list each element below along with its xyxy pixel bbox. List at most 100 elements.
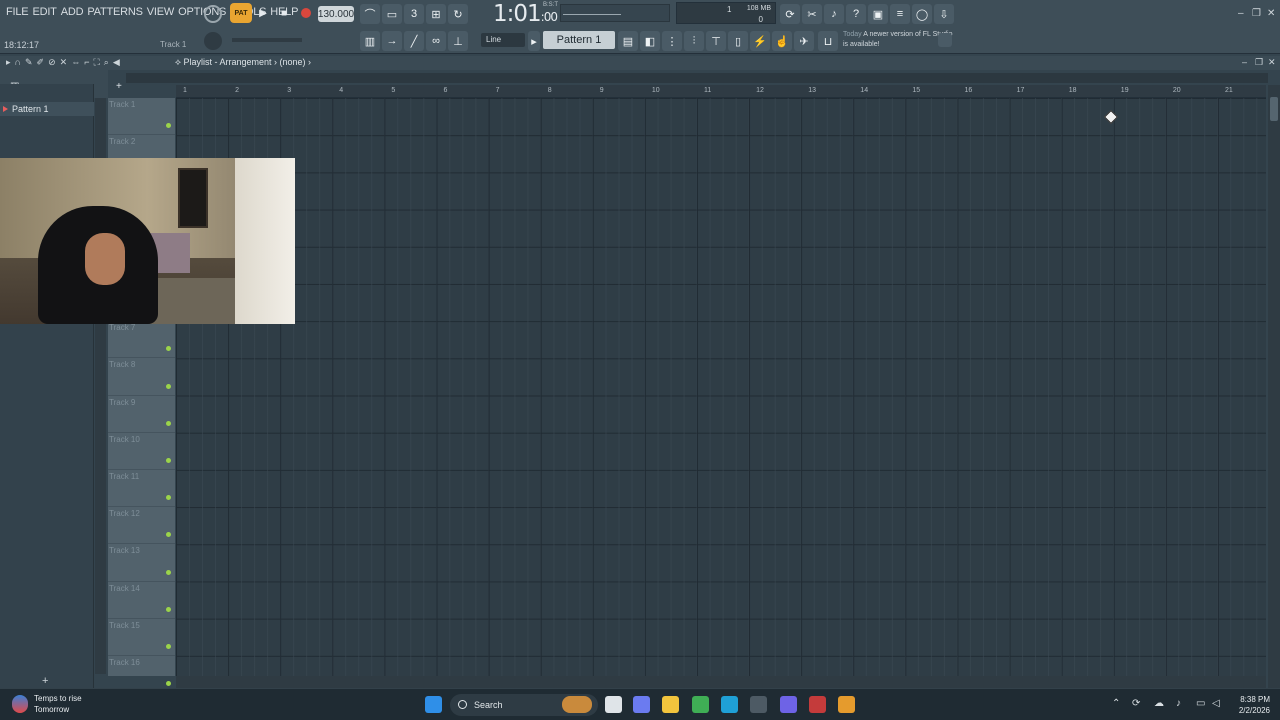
sync-icon[interactable]: ⟳ (1132, 698, 1140, 709)
windows-start-icon[interactable] (425, 696, 442, 713)
track-header[interactable]: Track 7 (108, 321, 175, 359)
track-enable-led[interactable] (166, 643, 171, 649)
plugin-icon[interactable]: ⚡ (750, 31, 770, 51)
stamp-icon[interactable]: ⊥ (448, 31, 468, 51)
magnet-icon[interactable]: ∩ (15, 57, 21, 68)
fl-studio-taskbar-icon[interactable] (838, 696, 855, 713)
restore-icon[interactable]: ❐ (1252, 8, 1261, 19)
cart-icon[interactable]: ⊔ (818, 31, 838, 51)
track-header[interactable]: Track 8 (108, 358, 175, 396)
track-enable-led[interactable] (166, 681, 171, 687)
track-header[interactable]: Track 1 (108, 98, 175, 136)
track-enable-led[interactable] (166, 532, 171, 538)
system-clock[interactable]: 8:38 PM 2/2/2026 (1232, 694, 1270, 716)
link-icon[interactable]: ∞ (426, 31, 446, 51)
app-icon[interactable] (809, 696, 826, 713)
track-header[interactable]: Track 11 (108, 470, 175, 508)
draw-tool-icon[interactable]: ✎ (25, 57, 33, 68)
track-enable-led[interactable] (166, 346, 171, 352)
paint-tool-icon[interactable]: ✐ (37, 57, 45, 68)
tray-chevron-icon[interactable]: ⌃ (1112, 698, 1120, 709)
track-header[interactable]: Track 9 (108, 396, 175, 433)
undo-history-icon[interactable]: ⟳ (780, 4, 800, 24)
download-icon[interactable]: ⇩ (934, 4, 954, 24)
loop-record-icon[interactable]: ↻ (448, 4, 468, 24)
track-enable-led[interactable] (166, 123, 171, 129)
menu-view[interactable]: VIEW (145, 6, 176, 18)
slip-tool-icon[interactable]: ⇔ (71, 57, 80, 68)
wait-for-input-icon[interactable]: ▭ (382, 4, 402, 24)
track-header[interactable]: Track 10 (108, 433, 175, 470)
vertical-scroll-thumb[interactable] (1270, 97, 1278, 121)
pattern-selector[interactable]: Pattern 1 (543, 31, 615, 49)
piano-keys-icon[interactable]: ▥ (360, 31, 380, 51)
mute-tool-icon[interactable]: ✕ (60, 57, 68, 68)
track-header[interactable]: Track 15 (108, 619, 175, 656)
playlist-menu-icon[interactable]: ▸ (6, 57, 11, 68)
copilot-icon[interactable] (633, 696, 650, 713)
delete-tool-icon[interactable]: ⊘ (48, 57, 56, 68)
discord-icon[interactable] (780, 696, 797, 713)
track-enable-led[interactable] (166, 495, 171, 501)
pattern-song-toggle[interactable]: PAT (230, 3, 252, 23)
close-icon[interactable]: ✕ (1267, 8, 1275, 19)
menu-add[interactable]: ADD (59, 6, 86, 18)
mixer-icon[interactable]: ≡ (890, 4, 910, 24)
track-enable-led[interactable] (166, 420, 171, 426)
tempo-display[interactable]: 130.000 (318, 6, 354, 22)
vertical-scrollbar[interactable] (1268, 85, 1280, 688)
pattern-list-item[interactable]: Pattern 1 (0, 102, 94, 116)
help-icon[interactable]: ? (846, 4, 866, 24)
track-enable-led[interactable] (166, 606, 171, 612)
metronome-icon[interactable]: ⌒ (360, 4, 380, 24)
playback-tool-icon[interactable]: ◀ (113, 57, 120, 68)
file-explorer-icon[interactable] (662, 696, 679, 713)
piano-roll-icon[interactable]: ◧ (640, 31, 660, 51)
chrome-icon[interactable] (692, 696, 709, 713)
stop-button[interactable]: ■ (276, 5, 292, 21)
task-view-icon[interactable] (605, 696, 622, 713)
cut-icon[interactable]: ✂ (802, 4, 822, 24)
select-tool-icon[interactable]: ⛶ (93, 57, 99, 68)
master-pitch-slider[interactable] (232, 38, 302, 42)
touch-icon[interactable]: ☝ (772, 31, 792, 51)
playlist-grid[interactable] (176, 98, 1266, 676)
countdown-icon[interactable]: 3 (404, 4, 424, 24)
mixer-window-icon[interactable]: ⫶ (684, 31, 704, 51)
menu-edit[interactable]: EDIT (30, 6, 58, 18)
track-header[interactable]: Track 12 (108, 507, 175, 545)
news-gear-icon[interactable] (938, 33, 952, 47)
step-edit-icon[interactable]: ⊞ (426, 4, 446, 24)
record-button[interactable] (298, 5, 314, 21)
arrow-right-icon[interactable]: → (382, 31, 402, 51)
track-header[interactable]: Track 14 (108, 582, 175, 619)
playlist-crumb[interactable]: (none) (280, 57, 306, 67)
channel-rack-icon[interactable]: ⋮ (662, 31, 682, 51)
weather-widget[interactable]: Temps to rise Tomorrow (12, 693, 82, 715)
pattern-prev-icon[interactable]: ▸ (528, 31, 540, 51)
network-icon[interactable]: ▭ (1196, 698, 1205, 709)
chat-icon[interactable]: ◯ (912, 4, 932, 24)
add-track-icon[interactable]: + (116, 81, 122, 92)
bird-icon[interactable]: ✈ (794, 31, 814, 51)
snap-selector[interactable]: Line (481, 33, 525, 47)
overview-scrollbar[interactable] (126, 73, 1268, 83)
track-enable-led[interactable] (166, 569, 171, 575)
track-enable-led[interactable] (166, 457, 171, 463)
save-icon[interactable]: ▣ (868, 4, 888, 24)
horizontal-scrollbar[interactable] (176, 676, 1266, 688)
edge-icon[interactable] (721, 696, 738, 713)
playlist-minimize-icon[interactable]: – (1242, 57, 1247, 67)
master-volume-knob[interactable] (204, 32, 222, 50)
menu-patterns[interactable]: PATTERNS (85, 6, 144, 18)
mic-tray-icon[interactable]: ♪ (1176, 698, 1181, 709)
menu-file[interactable]: FILE (4, 6, 30, 18)
playlist-maximize-icon[interactable]: ❐ (1255, 57, 1263, 68)
cloud-icon[interactable]: ☁ (1154, 698, 1164, 709)
track-header[interactable]: Track 13 (108, 544, 175, 582)
store-icon[interactable] (750, 696, 767, 713)
picker-add-button[interactable]: + (42, 675, 48, 687)
slide-icon[interactable]: ╱ (404, 31, 424, 51)
track-enable-led[interactable] (166, 383, 171, 389)
minimize-icon[interactable]: – (1238, 8, 1244, 19)
